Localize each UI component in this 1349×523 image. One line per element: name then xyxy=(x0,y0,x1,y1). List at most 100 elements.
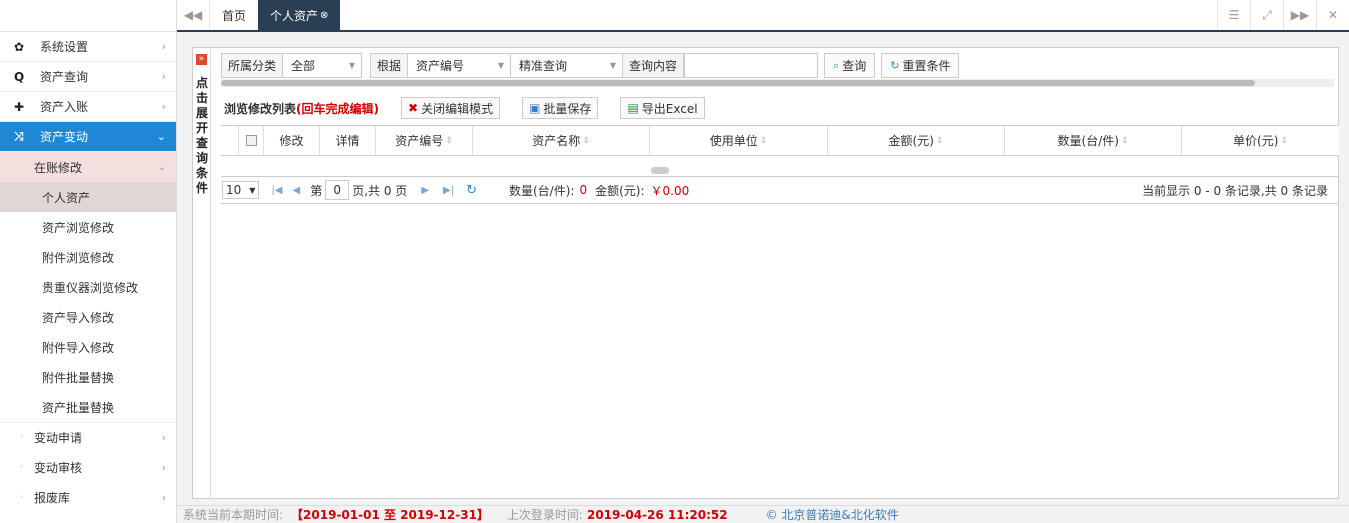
gear-icon: ✿ xyxy=(14,39,25,54)
filter-scrollbar[interactable] xyxy=(221,79,1334,87)
query-content-input[interactable] xyxy=(684,53,819,78)
reset-button[interactable]: ↻ 重置条件 xyxy=(881,53,960,78)
sidebar-item-asset-query[interactable]: Q 资产查询 › xyxy=(0,62,176,92)
record-summary: 当前显示 0 - 0 条记录,共 0 条记录 xyxy=(1142,183,1328,198)
batch-save-label: 批量保存 xyxy=(543,101,592,116)
checkbox-icon xyxy=(245,135,257,146)
column-header-using-unit[interactable]: 使用单位 ⇕ xyxy=(650,126,828,155)
query-button[interactable]: ⌕ 查询 xyxy=(824,53,876,78)
sidebar-leaf-personal-assets[interactable]: 个人资产 xyxy=(0,182,176,212)
close-tabs-button[interactable]: ✕ xyxy=(1316,0,1349,30)
column-label: 资产名称 xyxy=(532,134,581,148)
sidebar-leaf-attachment-import-edit[interactable]: 附件导入修改 xyxy=(0,332,176,362)
scrollbar-thumb[interactable] xyxy=(651,167,669,174)
page-size-value: 10 xyxy=(226,183,242,197)
field-select-value: 资产编号 xyxy=(416,59,465,73)
export-excel-button[interactable]: ▤ 导出Excel xyxy=(620,97,705,119)
category-select[interactable]: 全部 ▼ xyxy=(283,53,363,78)
sidebar-group-scrap-library[interactable]: · 报废库 › xyxy=(0,482,176,512)
period-value: 【2019-01-01 至 2019-12-31】 xyxy=(291,508,489,522)
list-title: 浏览修改列表 xyxy=(224,101,297,116)
reset-button-label: 重置条件 xyxy=(902,59,951,73)
next-page-icon[interactable]: ▶ xyxy=(421,185,429,196)
tab-home[interactable]: 首页 xyxy=(210,0,258,30)
expander-char: 询 xyxy=(195,151,208,165)
sidebar-leaf-asset-import-edit[interactable]: 资产导入修改 xyxy=(0,302,176,332)
save-icon: ▣ xyxy=(529,101,541,115)
chevron-right-icon: › xyxy=(161,70,166,83)
status-footer: 系统当前本期时间: 【2019-01-01 至 2019-12-31】 上次登录… xyxy=(177,505,1349,523)
column-header-unit-price[interactable]: 单价(元) ⇕ xyxy=(1182,126,1339,155)
chevron-right-icon: › xyxy=(161,460,166,474)
scroll-tabs-left-button[interactable]: ◀◀ xyxy=(177,0,210,30)
sidebar-leaf-attachment-browse-edit[interactable]: 附件浏览修改 xyxy=(0,242,176,272)
expander-char: 展 xyxy=(195,106,208,120)
sidebar-leaf-attachment-batch-replace[interactable]: 附件批量替换 xyxy=(0,362,176,392)
scrollbar-thumb[interactable] xyxy=(221,80,1255,86)
sidebar-leaf-asset-batch-replace[interactable]: 资产批量替换 xyxy=(0,392,176,422)
expander-char: 击 xyxy=(195,91,208,105)
page-size-select[interactable]: 10 ▼ xyxy=(222,181,260,199)
match-mode-select[interactable]: 精准查询 ▼ xyxy=(511,53,624,78)
column-header-quantity[interactable]: 数量(台/件) ⇕ xyxy=(1005,126,1182,155)
tab-label: 首页 xyxy=(222,8,247,23)
last-page-icon[interactable]: ▶| xyxy=(443,185,454,196)
quantity-label: 数量(台/件): xyxy=(508,183,575,198)
page-suffix: 页,共 0 页 xyxy=(352,183,408,198)
tab-personal-assets[interactable]: 个人资产 ⊗ xyxy=(258,0,341,30)
submenu-label: 在账修改 xyxy=(34,160,83,175)
column-label: 单价(元) xyxy=(1233,134,1279,148)
prev-page-icon[interactable]: ◀ xyxy=(293,185,301,196)
query-conditions-expander[interactable]: » 点 击 展 开 查 询 条 件 xyxy=(193,48,211,499)
sidebar: ✿ 系统设置 › Q 资产查询 › ✚ 资产入账 › ⤨ 资产变动 ⌄ 在账修改… xyxy=(0,0,177,523)
grid-scrollbar[interactable] xyxy=(221,167,1339,175)
first-page-icon[interactable]: |◀ xyxy=(271,185,282,196)
reset-icon: ↻ xyxy=(890,59,900,72)
sort-icon: ⇕ xyxy=(759,135,768,146)
leaf-label: 资产批量替换 xyxy=(42,400,115,415)
chevron-right-icon: › xyxy=(161,100,166,113)
excel-icon: ▤ xyxy=(627,101,639,115)
sidebar-leaf-instrument-browse-edit[interactable]: 贵重仪器浏览修改 xyxy=(0,272,176,302)
caret-down-icon: ▼ xyxy=(497,61,505,70)
amount-label: 金额(元): xyxy=(595,183,645,198)
sidebar-group-change-review[interactable]: · 变动审核 › xyxy=(0,452,176,482)
sidebar-item-label: 系统设置 xyxy=(40,40,89,54)
select-all-checkbox[interactable] xyxy=(239,126,264,155)
scroll-tabs-right-button[interactable]: ▶▶ xyxy=(1283,0,1316,30)
sidebar-leaf-asset-browse-edit[interactable]: 资产浏览修改 xyxy=(0,212,176,242)
shuffle-icon: ⤨ xyxy=(14,129,24,143)
column-header-asset-name[interactable]: 资产名称 ⇕ xyxy=(473,126,650,155)
amount-value: ￥0.00 xyxy=(650,183,690,198)
submenu-in-account-edit[interactable]: 在账修改 ⌄ xyxy=(0,152,176,182)
tab-label: 个人资产 xyxy=(270,8,319,23)
sidebar-item-asset-entry[interactable]: ✚ 资产入账 › xyxy=(0,92,176,122)
column-header-edit: 修改 xyxy=(264,126,320,155)
page-number-input[interactable]: 0 xyxy=(325,180,350,200)
expander-char: 开 xyxy=(195,121,208,135)
sort-icon: ⇕ xyxy=(582,135,590,146)
sidebar-item-system-settings[interactable]: ✿ 系统设置 › xyxy=(0,32,176,62)
expander-char: 点 xyxy=(195,76,208,90)
menu-button[interactable]: ☰ xyxy=(1217,0,1250,30)
sidebar-item-asset-change[interactable]: ⤨ 资产变动 ⌄ xyxy=(0,122,176,152)
quantity-value: 0 xyxy=(579,183,588,197)
period-label: 系统当前本期时间: xyxy=(183,508,284,522)
fullscreen-button[interactable]: ⤢ xyxy=(1250,0,1283,30)
refresh-icon[interactable]: ↻ xyxy=(466,183,477,198)
column-header-asset-number[interactable]: 资产编号 ⇕ xyxy=(376,126,473,155)
close-icon[interactable]: ⊗ xyxy=(320,10,328,21)
leaf-label: 资产浏览修改 xyxy=(42,220,115,235)
column-label: 详情 xyxy=(335,134,360,148)
sidebar-group-change-request[interactable]: · 变动申请 › xyxy=(0,422,176,452)
hamburger-icon: ☰ xyxy=(1228,8,1240,22)
batch-save-button[interactable]: ▣ 批量保存 xyxy=(522,97,599,119)
field-select[interactable]: 资产编号 ▼ xyxy=(408,53,512,78)
expander-char: 查 xyxy=(195,136,208,150)
leaf-label: 附件浏览修改 xyxy=(42,250,115,265)
double-right-arrow-icon: ▶▶ xyxy=(1290,8,1310,22)
column-header-amount[interactable]: 金额(元) ⇕ xyxy=(828,126,1005,155)
close-edit-mode-button[interactable]: ✖ 关闭编辑模式 xyxy=(401,97,501,119)
basis-label: 根据 xyxy=(370,53,409,78)
leaf-label: 个人资产 xyxy=(42,190,91,205)
